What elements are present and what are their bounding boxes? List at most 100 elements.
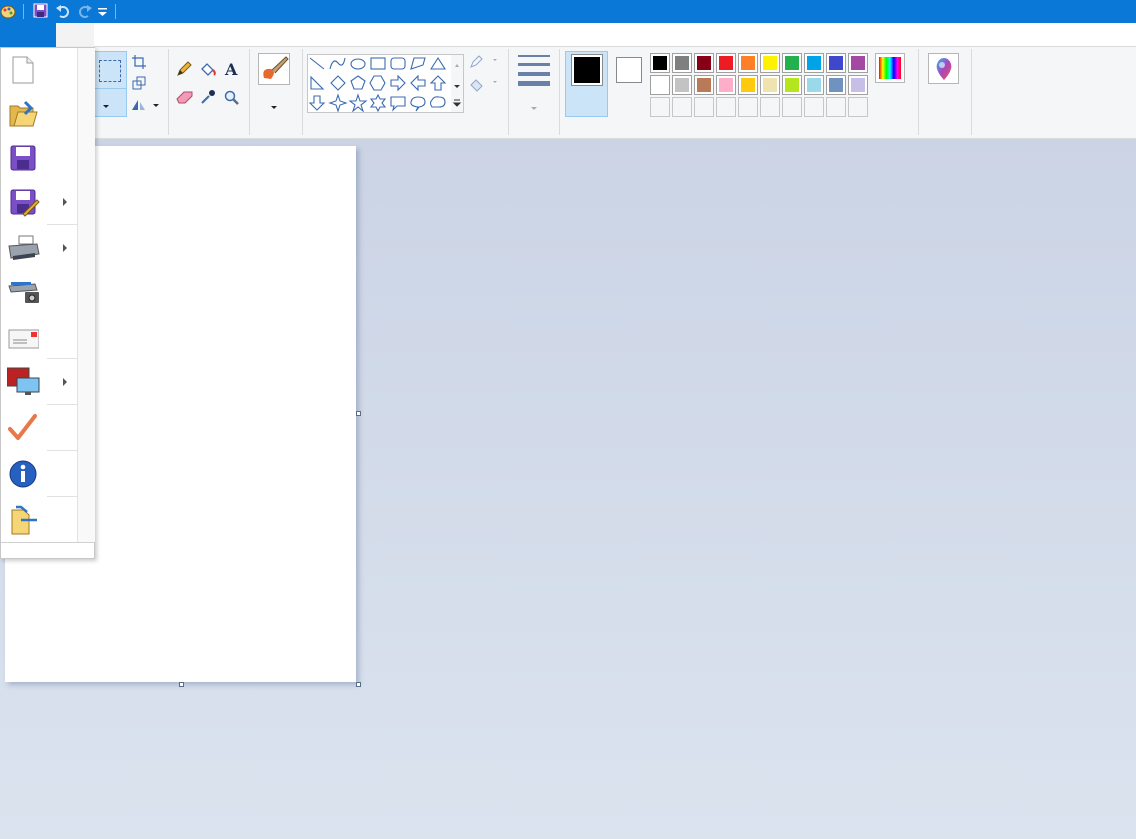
color-picker-icon[interactable]: [200, 89, 216, 105]
file-menu-about[interactable]: [1, 452, 77, 496]
crop-icon[interactable]: [132, 55, 146, 69]
palette-swatch[interactable]: [738, 75, 758, 95]
palette-swatch[interactable]: [782, 53, 802, 73]
resize-icon[interactable]: [132, 76, 146, 90]
file-menu-save[interactable]: [1, 136, 77, 180]
palette-swatch[interactable]: [826, 75, 846, 95]
select-button[interactable]: [94, 51, 127, 117]
palette-swatch[interactable]: [672, 97, 692, 117]
palette-swatch[interactable]: [650, 53, 670, 73]
palette-swatch[interactable]: [804, 53, 824, 73]
palette-swatch-fill: [675, 78, 689, 92]
shapes-gallery[interactable]: [307, 54, 464, 113]
palette-swatch[interactable]: [716, 75, 736, 95]
palette-swatch-fill: [763, 100, 777, 114]
palette-swatch[interactable]: [848, 97, 868, 117]
palette-swatch[interactable]: [804, 75, 824, 95]
file-menu-open[interactable]: [1, 92, 77, 136]
palette-swatch[interactable]: [826, 53, 846, 73]
file-menu-from-scanner[interactable]: [1, 270, 77, 314]
chevron-down-icon: [531, 107, 537, 110]
palette-swatch-fill: [785, 78, 799, 92]
chevron-down-icon[interactable]: [271, 106, 277, 109]
shape-polygon-icon: [410, 57, 426, 70]
shape-six-point-star-icon: [369, 93, 387, 113]
ribbon-separator: [971, 49, 972, 135]
rotate-icon[interactable]: [130, 98, 160, 112]
paint-app-icon[interactable]: [0, 4, 18, 21]
canvas-resize-handle-bottom[interactable]: [179, 682, 184, 687]
palette-swatch[interactable]: [738, 97, 758, 117]
color2-button[interactable]: [616, 57, 642, 83]
tab-file[interactable]: [0, 23, 56, 47]
size-button[interactable]: [516, 53, 552, 117]
svg-text:A: A: [224, 61, 238, 77]
brushes-button[interactable]: [258, 53, 290, 85]
canvas-resize-handle-corner[interactable]: [356, 682, 361, 687]
file-menu-properties[interactable]: [1, 406, 77, 450]
file-menu-send-email[interactable]: [1, 314, 77, 358]
save-icon: [10, 145, 36, 171]
ribbon-tab-row: [0, 23, 1136, 47]
shape-outline-icon[interactable]: [469, 55, 499, 69]
shape-hexagon-icon: [369, 75, 386, 91]
save-icon[interactable]: [33, 3, 51, 20]
palette-swatch[interactable]: [782, 75, 802, 95]
palette-swatch[interactable]: [826, 97, 846, 117]
palette-swatch[interactable]: [716, 97, 736, 117]
color1-swatch: [571, 54, 603, 86]
checkmark-icon: [8, 414, 37, 440]
palette-swatch[interactable]: [760, 75, 780, 95]
palette-swatch[interactable]: [650, 97, 670, 117]
palette-swatch-fill: [741, 56, 755, 70]
shape-oval-callout-icon: [410, 96, 426, 112]
palette-swatch-fill: [697, 56, 711, 70]
fill-bucket-icon[interactable]: [199, 61, 217, 77]
shape-down-arrow-icon: [308, 95, 326, 111]
redo-icon[interactable]: [77, 3, 95, 20]
palette-swatch[interactable]: [694, 53, 714, 73]
palette-swatch-fill: [763, 56, 777, 70]
brush-icon: [263, 56, 289, 79]
exit-icon: [11, 505, 37, 535]
palette-swatch[interactable]: [782, 97, 802, 117]
menu-separator: [47, 496, 77, 497]
palette-swatch-fill: [719, 56, 733, 70]
edit-colors-button[interactable]: [875, 53, 905, 83]
undo-icon[interactable]: [55, 3, 73, 20]
palette-swatch[interactable]: [694, 75, 714, 95]
palette-swatch-fill: [807, 100, 821, 114]
magnifier-icon[interactable]: [224, 90, 240, 106]
palette-swatch[interactable]: [694, 97, 714, 117]
palette-swatch[interactable]: [760, 53, 780, 73]
edit-with-paint3d-button[interactable]: [928, 53, 959, 84]
palette-swatch[interactable]: [804, 97, 824, 117]
shape-rectangle-icon: [370, 57, 386, 70]
palette-swatch[interactable]: [716, 53, 736, 73]
eraser-icon[interactable]: [176, 90, 194, 104]
palette-swatch[interactable]: [760, 97, 780, 117]
palette-swatch-fill: [719, 100, 733, 114]
customize-dropdown-icon[interactable]: [97, 3, 115, 20]
palette-swatch-fill: [829, 78, 843, 92]
palette-swatch[interactable]: [672, 75, 692, 95]
palette-swatch[interactable]: [848, 53, 868, 73]
palette-swatch[interactable]: [848, 75, 868, 95]
palette-swatch[interactable]: [672, 53, 692, 73]
pencil-icon[interactable]: [176, 61, 192, 77]
ribbon-separator: [168, 49, 169, 135]
canvas-resize-handle-right[interactable]: [356, 411, 361, 416]
palette-swatch-fill: [829, 56, 843, 70]
shape-fill-icon[interactable]: [469, 76, 499, 92]
new-document-icon: [12, 56, 34, 84]
color1-button[interactable]: [565, 51, 608, 117]
palette-swatch[interactable]: [738, 53, 758, 73]
file-menu-exit[interactable]: [1, 498, 77, 542]
open-folder-icon: [9, 100, 38, 127]
shape-right-arrow-icon: [390, 74, 406, 92]
text-icon[interactable]: A: [224, 61, 240, 77]
file-menu-new[interactable]: [1, 48, 77, 92]
info-icon: [9, 460, 37, 488]
palette-swatch[interactable]: [650, 75, 670, 95]
title-separator: [115, 4, 116, 19]
